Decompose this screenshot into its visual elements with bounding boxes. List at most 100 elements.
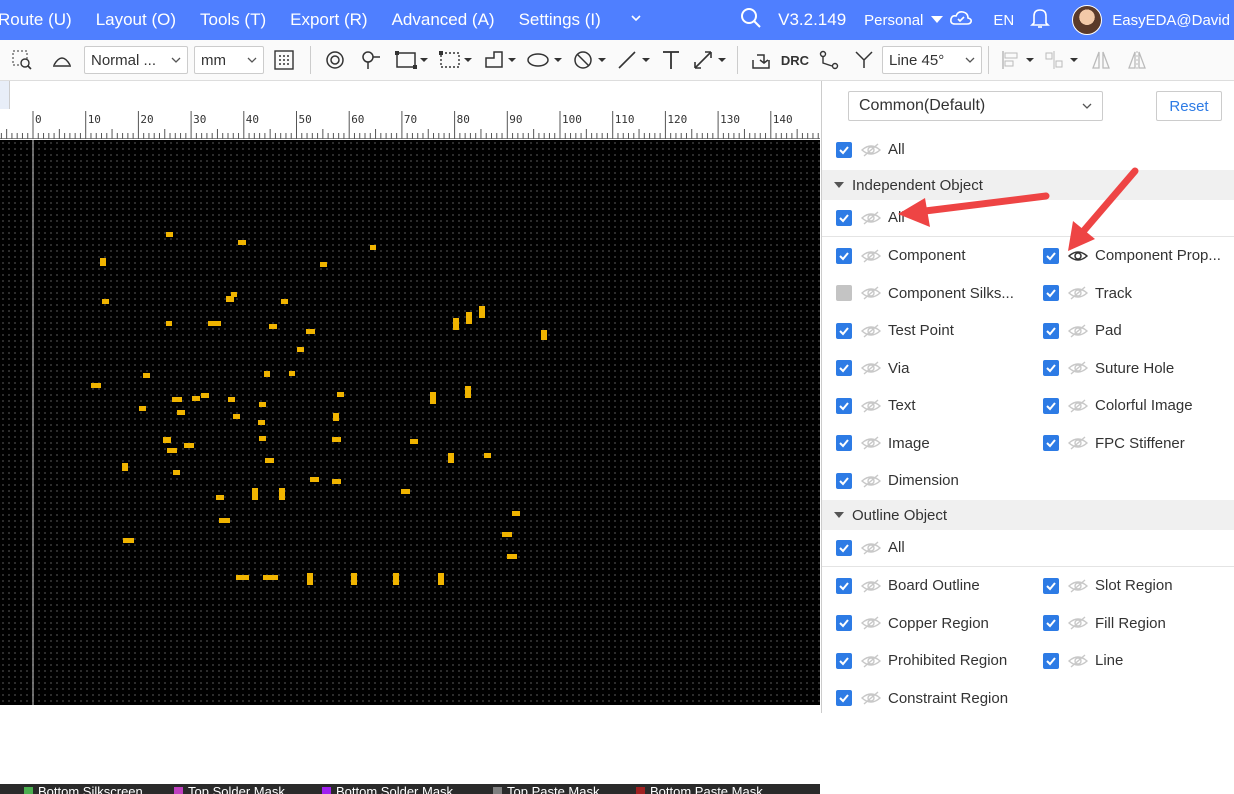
filter-item[interactable]: Test Point — [836, 322, 954, 339]
filter-item[interactable]: Component Silks... — [836, 285, 1014, 302]
no-entry-icon[interactable] — [567, 45, 611, 75]
filter-item[interactable]: Pad — [1043, 322, 1122, 339]
filter-item[interactable]: Text — [836, 397, 916, 414]
filter-item[interactable]: Prohibited Region — [836, 652, 1007, 669]
unit-select[interactable]: mm — [194, 46, 264, 74]
checkbox[interactable] — [1043, 652, 1059, 669]
eye-icon[interactable] — [1067, 248, 1089, 264]
align-icon[interactable] — [995, 45, 1039, 75]
user-name[interactable]: EasyEDA@David — [1112, 12, 1230, 29]
eye-off-icon[interactable] — [860, 690, 882, 706]
polygon-icon[interactable] — [477, 45, 521, 75]
independent-object-header[interactable]: Independent Object — [822, 170, 1234, 200]
layer-tab[interactable]: Top Paste Mask — [493, 784, 600, 794]
filter-item[interactable]: Board Outline — [836, 577, 980, 594]
checkbox[interactable] — [1043, 397, 1059, 414]
checkbox[interactable] — [1043, 285, 1059, 301]
line-icon[interactable] — [611, 45, 655, 75]
eye-off-icon[interactable] — [860, 248, 882, 264]
eye-off-icon[interactable] — [1067, 435, 1089, 451]
eye-off-icon[interactable] — [860, 210, 882, 226]
language-select[interactable]: EN — [993, 12, 1014, 29]
filter-item[interactable]: Copper Region — [836, 615, 989, 632]
eye-off-icon[interactable] — [860, 578, 882, 594]
layer-tab[interactable]: Bottom Solder Mask — [322, 784, 453, 794]
filter-preset-select[interactable]: Common(Default) — [848, 91, 1103, 121]
eye-off-icon[interactable] — [1067, 398, 1089, 414]
filter-item[interactable]: Colorful Image — [1043, 397, 1193, 414]
grid-icon[interactable] — [264, 45, 304, 75]
filter-item[interactable]: Component Prop... — [1043, 247, 1221, 264]
eye-off-icon[interactable] — [860, 435, 882, 451]
reset-button[interactable]: Reset — [1156, 91, 1222, 121]
layer-tab[interactable]: Bottom Silkscreen — [24, 784, 143, 794]
filter-item[interactable]: Via — [836, 360, 909, 377]
menu-more-chevron-icon[interactable] — [629, 11, 643, 30]
checkbox[interactable] — [836, 285, 852, 301]
mode-select[interactable]: Normal ... — [84, 46, 188, 74]
cloud-icon[interactable] — [949, 8, 973, 33]
eye-off-icon[interactable] — [1067, 615, 1089, 631]
select-zoom-icon[interactable] — [0, 45, 44, 75]
menu-route[interactable]: Route (U) — [0, 10, 72, 30]
eye-off-icon[interactable] — [860, 323, 882, 339]
filter-item[interactable]: Fill Region — [1043, 615, 1166, 632]
checkbox[interactable] — [836, 360, 852, 376]
drc-button[interactable]: DRC — [778, 45, 812, 75]
differential-pair-icon[interactable] — [846, 45, 882, 75]
checkbox[interactable] — [1043, 322, 1059, 339]
flip-icon[interactable] — [44, 45, 80, 75]
route-angle-select[interactable]: Line 45° — [882, 46, 982, 74]
checkbox[interactable] — [836, 615, 852, 631]
menu-layout[interactable]: Layout (O) — [96, 10, 176, 30]
independent-all-row[interactable]: All — [836, 209, 905, 226]
import-changes-icon[interactable] — [744, 45, 778, 75]
plan-select[interactable]: Personal — [864, 12, 923, 29]
eye-off-icon[interactable] — [860, 285, 882, 301]
eye-off-icon[interactable] — [1067, 360, 1089, 376]
checkbox[interactable] — [836, 397, 852, 414]
eye-off-icon[interactable] — [860, 142, 882, 158]
checkbox[interactable] — [836, 247, 852, 264]
via-icon[interactable] — [317, 45, 353, 75]
board-rect-icon[interactable] — [389, 45, 433, 75]
outline-object-header[interactable]: Outline Object — [822, 500, 1234, 530]
mirror-icon[interactable] — [1083, 45, 1119, 75]
eye-off-icon[interactable] — [860, 398, 882, 414]
eye-off-icon[interactable] — [860, 615, 882, 631]
checkbox[interactable] — [836, 209, 852, 226]
eye-off-icon[interactable] — [1067, 578, 1089, 594]
filter-all-row[interactable]: All — [836, 141, 905, 158]
checkbox[interactable] — [1043, 247, 1059, 264]
filter-item[interactable]: Slot Region — [1043, 577, 1173, 594]
dimension-icon[interactable] — [687, 45, 731, 75]
ellipse-icon[interactable] — [521, 45, 567, 75]
eye-off-icon[interactable] — [1067, 323, 1089, 339]
checkbox[interactable] — [836, 472, 852, 489]
checkbox[interactable] — [836, 539, 852, 556]
route-track-icon[interactable] — [812, 45, 846, 75]
eye-off-icon[interactable] — [860, 540, 882, 556]
menu-advanced[interactable]: Advanced (A) — [392, 10, 495, 30]
pcb-canvas[interactable] — [0, 140, 820, 705]
mirror-alt-icon[interactable] — [1119, 45, 1155, 75]
filter-item[interactable]: Image — [836, 435, 930, 452]
checkbox[interactable] — [836, 322, 852, 339]
search-icon[interactable] — [740, 7, 762, 34]
filter-item[interactable]: Line — [1043, 652, 1123, 669]
checkbox[interactable] — [836, 577, 852, 594]
region-icon[interactable] — [433, 45, 477, 75]
checkbox[interactable] — [836, 690, 852, 706]
checkbox[interactable] — [836, 652, 852, 669]
distribute-icon[interactable] — [1039, 45, 1083, 75]
eye-off-icon[interactable] — [1067, 285, 1089, 301]
filter-item[interactable]: Component — [836, 247, 966, 264]
layer-tab[interactable]: Top Solder Mask — [174, 784, 285, 794]
filter-item[interactable]: Dimension — [836, 472, 959, 489]
checkbox[interactable] — [1043, 615, 1059, 631]
eye-off-icon[interactable] — [860, 473, 882, 489]
checkbox[interactable] — [836, 435, 852, 451]
filter-item[interactable]: Constraint Region — [836, 690, 1008, 707]
plan-dropdown-icon[interactable] — [931, 11, 944, 29]
avatar[interactable] — [1072, 5, 1103, 35]
